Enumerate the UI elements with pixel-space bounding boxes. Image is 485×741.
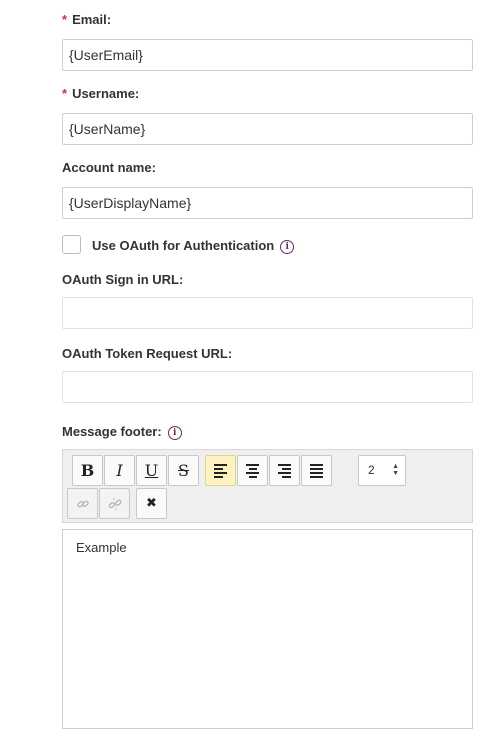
italic-button[interactable]: I xyxy=(104,455,135,486)
oauth-sign-in-url-field[interactable] xyxy=(62,297,473,329)
message-footer-label: Message footer: i xyxy=(62,424,182,440)
username-field[interactable]: {UserName} xyxy=(62,113,473,145)
strikethrough-button[interactable]: S xyxy=(168,455,199,486)
align-right-icon xyxy=(278,463,291,478)
align-justify-button[interactable] xyxy=(301,455,332,486)
account-name-field[interactable]: {UserDisplayName} xyxy=(62,187,473,219)
account-name-label: Account name: xyxy=(62,160,156,175)
font-size-select[interactable]: 2 ▲ ▼ xyxy=(358,455,406,486)
required-mark: * xyxy=(62,12,68,27)
oauth-sign-in-url-label: OAuth Sign in URL: xyxy=(62,272,184,287)
font-size-value: 2 xyxy=(368,463,375,477)
align-center-button[interactable] xyxy=(237,455,268,486)
bold-button[interactable]: B xyxy=(72,455,103,486)
remove-format-button[interactable]: ✖ xyxy=(136,488,167,519)
unlink-icon xyxy=(108,497,121,510)
required-mark: * xyxy=(62,86,68,101)
align-left-icon xyxy=(214,463,227,478)
editor-toolbar: B I U S 2 ▲ ▼ ✖ xyxy=(62,449,473,523)
align-justify-icon xyxy=(310,463,323,478)
align-center-icon xyxy=(246,463,259,478)
insert-link-button[interactable] xyxy=(67,488,98,519)
info-icon[interactable]: i xyxy=(167,425,182,440)
message-footer-editor[interactable]: Example xyxy=(62,529,473,729)
editor-content: Example xyxy=(76,540,127,555)
oauth-checkbox[interactable] xyxy=(62,235,81,254)
link-icon xyxy=(76,500,89,507)
email-field[interactable]: {UserEmail} xyxy=(62,39,473,71)
underline-button[interactable]: U xyxy=(136,455,167,486)
remove-link-button[interactable] xyxy=(99,488,130,519)
oauth-checkbox-label[interactable]: Use OAuth for Authentication i xyxy=(92,238,295,254)
align-right-button[interactable] xyxy=(269,455,300,486)
align-left-button[interactable] xyxy=(205,455,236,486)
oauth-token-url-label: OAuth Token Request URL: xyxy=(62,346,233,361)
username-label: * Username: xyxy=(62,86,140,101)
oauth-token-url-field[interactable] xyxy=(62,371,473,403)
stepper-arrows-icon: ▲ ▼ xyxy=(392,463,399,477)
email-label: * Email: xyxy=(62,12,112,27)
info-icon[interactable]: i xyxy=(280,239,295,254)
